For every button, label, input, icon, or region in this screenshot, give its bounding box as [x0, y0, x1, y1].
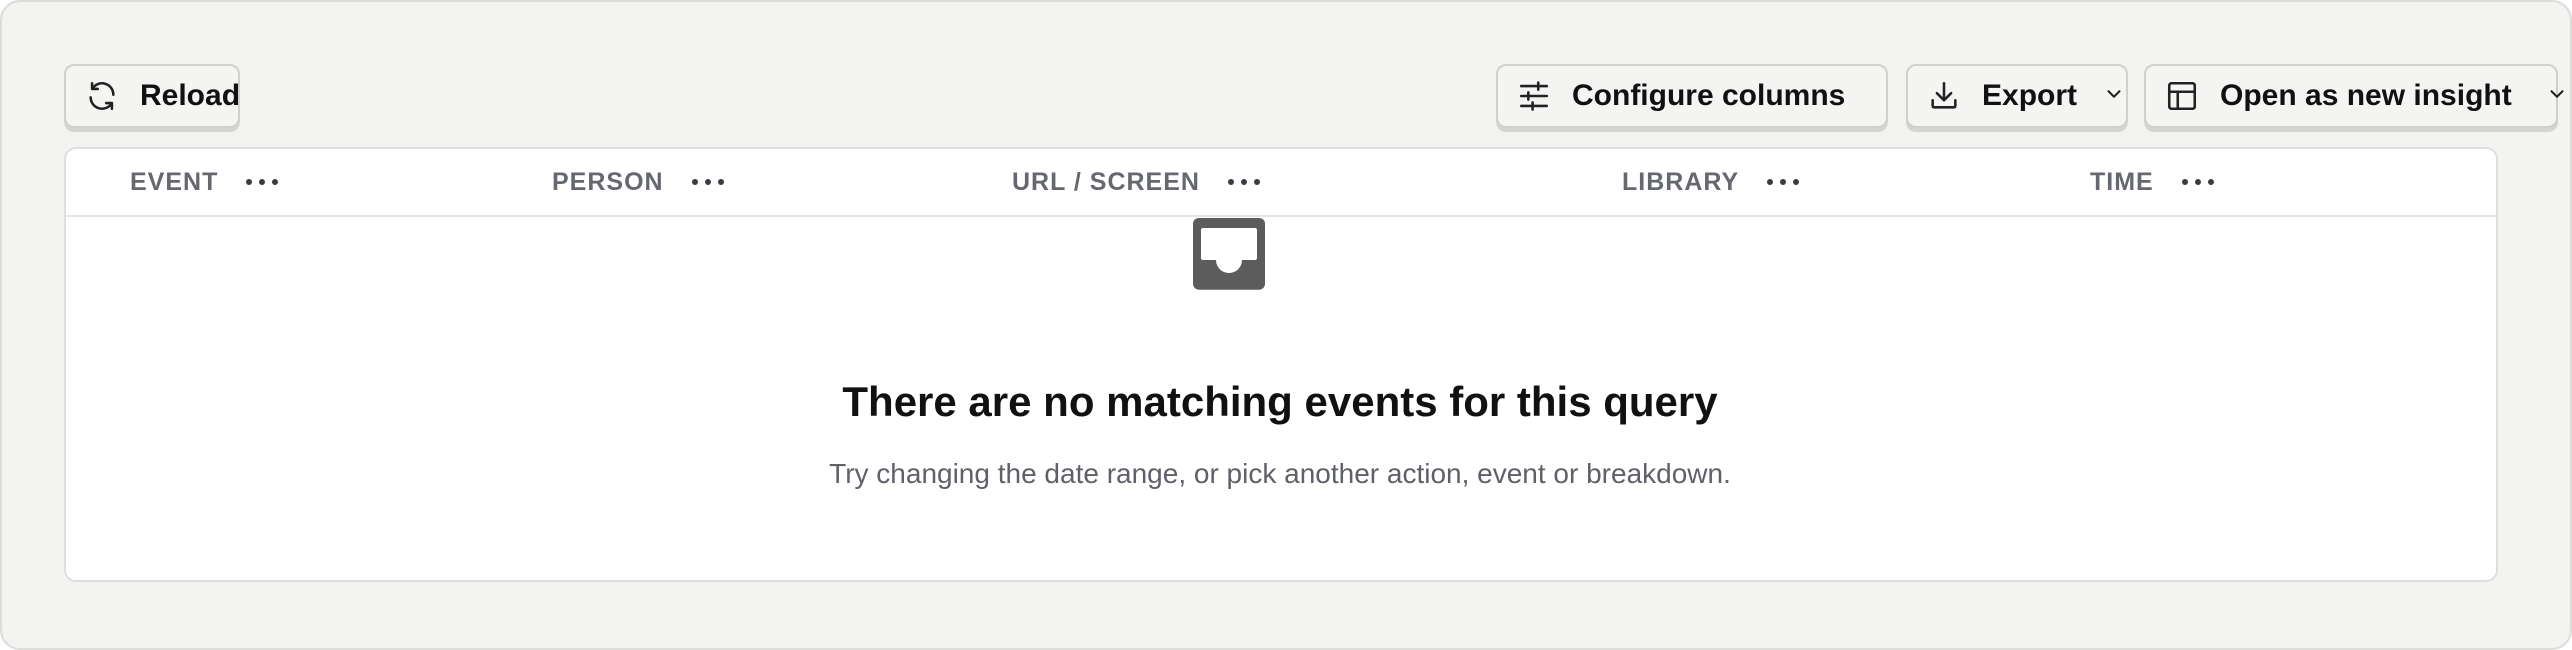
column-header-url-screen: URL / SCREEN	[1012, 149, 1260, 215]
column-header-library: LIBRARY	[1622, 149, 1800, 215]
export-button[interactable]: Export	[1906, 64, 2128, 128]
column-header-event: EVENT	[130, 149, 279, 215]
refresh-icon	[84, 78, 120, 114]
table-header: EVENT PERSON URL / SCREEN LIBRARY TIME	[66, 149, 2496, 217]
column-menu-icon[interactable]	[2181, 167, 2214, 197]
column-menu-icon[interactable]	[1227, 167, 1260, 197]
table-layout-icon	[2164, 78, 2200, 114]
toolbar: Reload Configure columns Export Open as …	[64, 64, 2564, 128]
export-label: Export	[1982, 79, 2078, 112]
open-as-new-insight-button[interactable]: Open as new insight	[2144, 64, 2564, 128]
empty-state-description: Try changing the date range, or pick ano…	[829, 458, 1731, 489]
reload-button[interactable]: Reload	[64, 64, 240, 128]
insight-dropdown-chevron-icon[interactable]	[2546, 79, 2568, 113]
inbox-icon	[1180, 216, 1278, 295]
events-table: EVENT PERSON URL / SCREEN LIBRARY TIME	[64, 147, 2498, 582]
column-menu-icon[interactable]	[246, 167, 279, 197]
download-icon	[1926, 78, 1962, 114]
events-panel: Reload Configure columns Export Open as …	[0, 0, 2572, 650]
column-menu-icon[interactable]	[691, 167, 724, 197]
configure-columns-label: Configure columns	[1572, 79, 1846, 112]
chevron-down-icon	[2103, 79, 2125, 113]
empty-state-title: There are no matching events for this qu…	[842, 378, 1718, 425]
reload-label: Reload	[140, 79, 241, 112]
column-header-time: TIME	[2090, 149, 2214, 215]
configure-columns-button[interactable]: Configure columns	[1496, 64, 1888, 128]
column-menu-icon[interactable]	[1767, 167, 1800, 197]
sliders-icon	[1516, 78, 1552, 114]
column-header-person: PERSON	[552, 149, 724, 215]
open-as-new-insight-label: Open as new insight	[2220, 79, 2512, 112]
